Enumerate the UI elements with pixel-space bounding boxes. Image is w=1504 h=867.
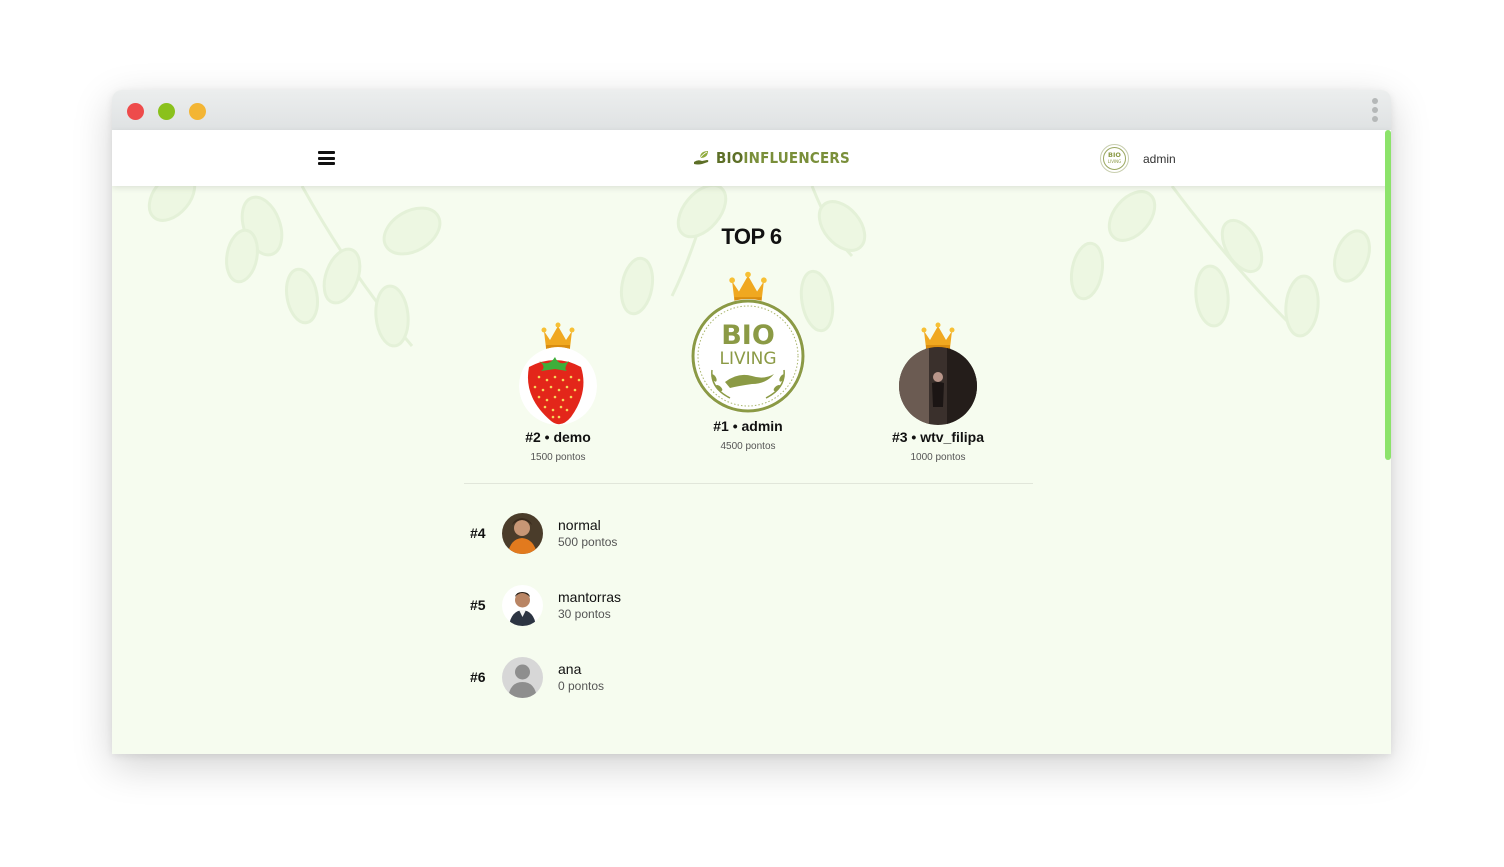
list-item-name: normal — [558, 517, 601, 533]
default-user-icon — [502, 656, 543, 698]
page-title: TOP 6 — [721, 224, 782, 249]
list-item-name: mantorras — [558, 589, 622, 605]
minimize-window-button[interactable] — [158, 103, 175, 120]
podium-third[interactable]: #3 • wtv_filipa 1000 pontos — [888, 321, 988, 463]
window-titlebar — [112, 90, 1391, 130]
top-navbar: BIOINFLUENCERS BIO LIVING admin — [112, 130, 1391, 186]
list-item[interactable]: #4 normal 500 pontos — [470, 512, 770, 554]
photo-person-icon — [502, 512, 543, 554]
user-name: admin — [1143, 151, 1176, 166]
list-item[interactable]: #6 ana 0 pontos — [470, 656, 770, 698]
avatar-demo — [519, 347, 597, 425]
browser-window: BIOINFLUENCERS BIO LIVING admin TOP 6 #2… — [112, 90, 1391, 754]
podium-second[interactable]: #2 • demo 1500 pontos — [508, 321, 608, 463]
logo-text-bio: BIO — [716, 149, 744, 167]
strawberry-icon — [519, 347, 597, 425]
user-avatar: BIO LIVING — [1100, 144, 1129, 173]
list-item-name: ana — [558, 661, 582, 677]
user-menu[interactable]: BIO LIVING admin — [1100, 144, 1176, 173]
bio-living-seal-icon: BIO LIVING — [691, 299, 805, 413]
list-item-rank: #4 — [470, 525, 486, 541]
bio-living-seal-icon: BIO LIVING — [1103, 147, 1126, 170]
podium-third-label: #3 • wtv_filipa — [891, 429, 985, 445]
app-logo[interactable]: BIOINFLUENCERS — [692, 148, 850, 168]
list-item-rank: #6 — [470, 669, 486, 685]
avatar-mantorras — [502, 584, 543, 626]
hand-leaf-icon — [694, 151, 709, 165]
avatar-normal — [502, 512, 543, 554]
avatar-wtv-filipa — [899, 347, 977, 425]
podium-first-label: #1 • admin — [713, 418, 783, 434]
list-item-rank: #5 — [470, 597, 486, 613]
divider — [464, 483, 1033, 484]
list-item-points: 30 pontos — [558, 607, 611, 621]
main-content: TOP 6 #2 • demo 1500 pontos BIO LIVING #… — [112, 186, 1391, 754]
podium-third-points: 1000 pontos — [910, 452, 966, 463]
close-window-button[interactable] — [127, 103, 144, 120]
podium-first[interactable]: BIO LIVING #1 • admin 4500 pontos — [678, 270, 818, 452]
seal-mini-text-top: BIO — [1108, 151, 1121, 159]
menu-icon[interactable] — [318, 151, 335, 165]
logo-text-influencers: INFLUENCERS — [743, 149, 850, 167]
podium-first-points: 4500 pontos — [720, 441, 776, 452]
list-item[interactable]: #5 mantorras 30 pontos — [470, 584, 770, 626]
podium-second-points: 1500 pontos — [530, 452, 586, 463]
photo-person-icon — [899, 347, 977, 425]
podium-second-label: #2 • demo — [525, 429, 591, 445]
seal-text-bottom: LIVING — [719, 349, 776, 369]
seal-mini-text-bottom: LIVING — [1108, 159, 1121, 164]
list-item-points: 500 pontos — [558, 535, 618, 549]
scrollbar[interactable] — [1385, 130, 1391, 460]
avatar-admin: BIO LIVING — [690, 298, 806, 414]
list-item-points: 0 pontos — [558, 679, 605, 693]
avatar-ana — [502, 656, 543, 698]
photo-person-icon — [502, 584, 543, 626]
maximize-window-button[interactable] — [189, 103, 206, 120]
more-options-icon[interactable] — [1371, 98, 1379, 124]
seal-text-top: BIO — [721, 320, 775, 351]
